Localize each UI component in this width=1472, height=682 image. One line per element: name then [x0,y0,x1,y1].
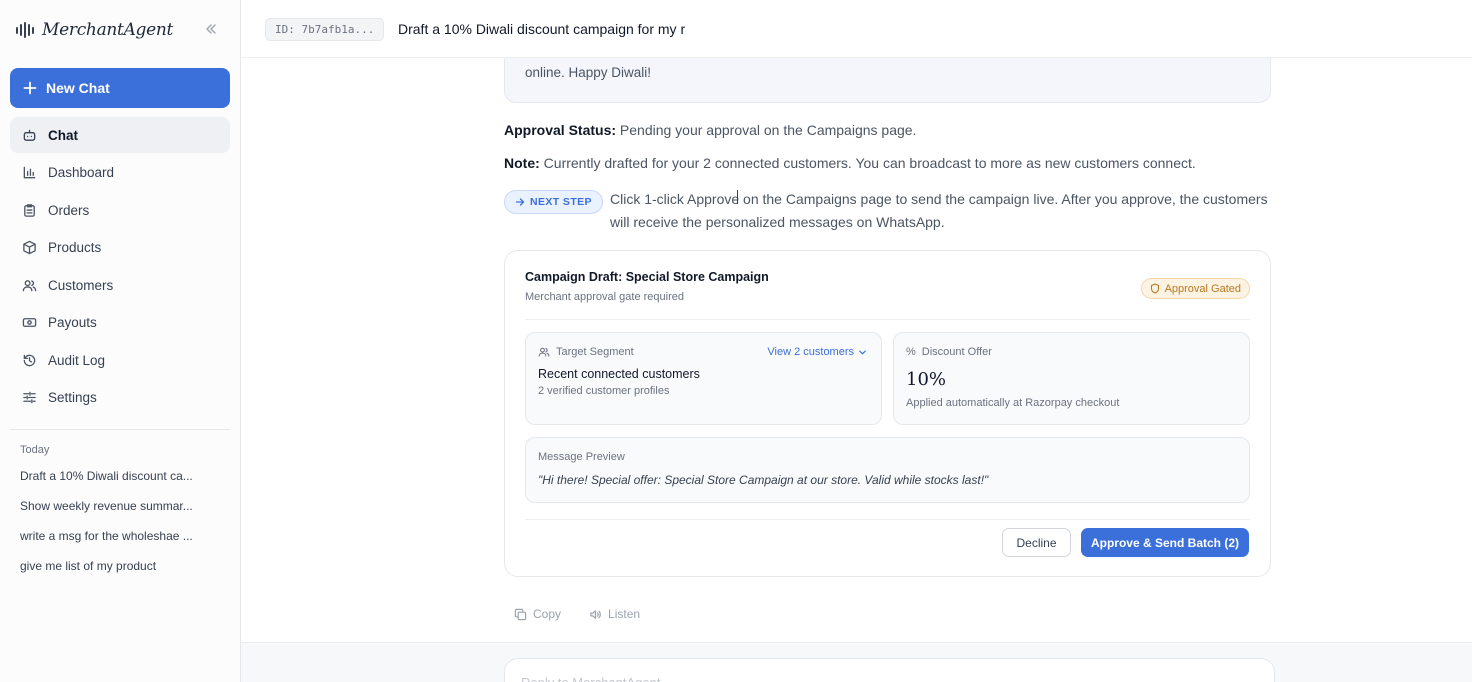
view-customers-label: View 2 customers [767,346,854,358]
sidebar-divider [10,429,230,430]
plus-icon [23,81,37,95]
sidebar-item-label: Orders [48,202,90,218]
target-segment-label-row: Target Segment [538,346,634,358]
chat-history-list: Draft a 10% Diwali discount ca... Show w… [20,466,220,586]
target-segment-panel: Target Segment View 2 customers Recent c… [525,332,882,425]
decline-button[interactable]: Decline [1002,528,1071,557]
banknote-icon [22,318,37,327]
copy-icon [514,608,527,620]
next-step-text: Click 1-click Approve on the Campaigns p… [610,191,1268,230]
chat-id-badge: ID: 7b7afb1a... [265,18,385,41]
approval-gated-label: Approval Gated [1164,282,1241,295]
discount-offer-panel: % Discount Offer 10% Applied automatical… [893,332,1250,425]
approval-gated-badge: Approval Gated [1140,278,1250,299]
copy-button[interactable]: Copy [514,607,561,621]
sidebar-item-customers[interactable]: Customers [10,267,230,303]
history-item[interactable]: write a msg for the wholeshae ... [20,526,220,556]
message-preview-panel: Message Preview "Hi there! Special offer… [525,437,1250,503]
text-cursor-icon [737,190,739,204]
sidebar-item-settings[interactable]: Settings [10,380,230,416]
message-actions: Copy Listen [514,607,640,621]
approval-status-line: Approval Status: Pending your approval o… [504,122,916,138]
message-preview-label: Message Preview [538,451,625,463]
chat-thread: online. Happy Diwali! Approval Status: P… [241,58,1472,682]
campaign-subtitle: Merchant approval gate required [525,291,684,303]
previous-message-text: online. Happy Diwali! [525,65,652,80]
sidebar-item-dashboard[interactable]: Dashboard [10,155,230,191]
sidebar-item-orders[interactable]: Orders [10,192,230,228]
approval-status-text: Pending your approval on the Campaigns p… [616,122,917,138]
sidebar: MerchantAgent New Chat Chat Dashboard Or… [0,0,241,682]
history-section-title: Today [20,444,50,456]
brand-name: MerchantAgent [42,20,174,40]
next-step-badge: NEXT STEP [504,190,603,214]
sliders-icon [23,391,36,404]
bar-chart-icon [23,166,36,179]
speaker-icon [590,609,601,619]
view-customers-link[interactable]: View 2 customers [767,346,867,358]
reply-composer [504,658,1275,682]
sidebar-item-chat[interactable]: Chat [10,117,230,153]
users-icon [22,279,37,291]
campaign-title: Campaign Draft: Special Store Campaign [525,270,769,284]
sidebar-item-label: Products [48,240,102,255]
sidebar-item-payouts[interactable]: Payouts [10,305,230,341]
percent-icon: % [906,346,916,358]
new-chat-button[interactable]: New Chat [10,68,230,108]
sidebar-item-audit-log[interactable]: Audit Log [10,342,230,378]
previous-message-bubble: online. Happy Diwali! [504,58,1271,103]
clipboard-icon [24,203,35,217]
approve-send-button[interactable]: Approve & Send Batch (2) [1081,528,1249,557]
users-icon [538,347,550,357]
sidebar-item-label: Chat [48,127,78,143]
chevron-down-icon [859,350,866,354]
app-window: MerchantAgent New Chat Chat Dashboard Or… [0,0,1472,682]
box-icon [23,240,36,255]
discount-offer-label: Discount Offer [921,346,992,358]
next-step-badge-label: NEXT STEP [530,196,592,208]
history-icon [23,354,36,366]
sidebar-item-label: Payouts [48,315,97,330]
segment-subtext: 2 verified customer profiles [538,385,670,397]
sidebar-item-label: Settings [48,390,97,405]
discount-subtext: Applied automatically at Razorpay checko… [906,397,1120,409]
sidebar-item-label: Dashboard [48,165,115,180]
discount-value: 10% [906,369,947,390]
arrow-right-icon [515,198,525,206]
note-line: Note: Currently drafted for your 2 conne… [504,155,1196,171]
shield-icon [1150,283,1159,294]
reply-input[interactable] [521,672,1241,682]
note-label: Note: [504,155,540,171]
segment-name: Recent connected customers [538,367,700,381]
history-item[interactable]: give me list of my product [20,556,220,586]
new-chat-label: New Chat [46,80,110,96]
sidebar-nav: Chat Dashboard Orders Products Customers… [10,117,230,417]
sidebar-item-label: Customers [48,277,114,293]
history-item[interactable]: Show weekly revenue summar... [20,496,220,526]
brand: MerchantAgent [16,18,173,42]
collapse-sidebar-icon[interactable] [200,18,222,40]
sidebar-item-label: Audit Log [48,352,106,368]
card-divider [525,319,1250,320]
chat-header: ID: 7b7afb1a... Draft a 10% Diwali disco… [241,0,1472,58]
card-divider [525,519,1250,520]
sidebar-item-products[interactable]: Products [10,230,230,266]
history-item[interactable]: Draft a 10% Diwali discount ca... [20,466,220,496]
discount-offer-label-row: % Discount Offer [906,346,992,358]
chat-title: Draft a 10% Diwali discount campaign for… [398,21,686,37]
copy-label: Copy [533,607,562,621]
message-preview-text: "Hi there! Special offer: Special Store … [538,473,989,487]
target-segment-label: Target Segment [556,346,634,358]
approval-status-label: Approval Status: [504,122,617,138]
listen-button[interactable]: Listen [589,607,640,621]
note-text: Currently drafted for your 2 connected c… [539,155,1196,171]
bot-icon [23,129,36,141]
listen-label: Listen [608,607,641,621]
campaign-draft-card: Campaign Draft: Special Store Campaign M… [504,250,1271,577]
waveform-logo-icon [16,22,34,38]
